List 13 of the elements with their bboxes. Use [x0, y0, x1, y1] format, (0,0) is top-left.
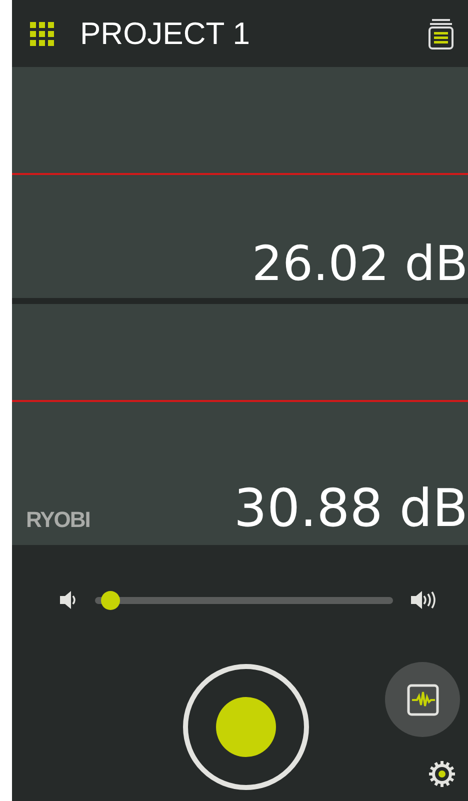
record-button[interactable] [183, 664, 309, 790]
decibel-reading: 30.88 dB [234, 483, 468, 535]
slider-thumb[interactable] [100, 590, 120, 610]
brand-logo: RYOBI [26, 507, 90, 533]
volume-low-icon [60, 590, 77, 610]
menu-icon[interactable] [30, 22, 54, 46]
settings-icon [428, 760, 456, 788]
document-stack-icon[interactable] [428, 18, 454, 50]
project-title: PROJECT 1 [80, 16, 251, 52]
settings-button[interactable] [428, 760, 456, 788]
decibel-reading: 26.02 dB [252, 240, 468, 288]
waveform-icon [406, 684, 438, 716]
volume-high-icon [411, 590, 438, 610]
